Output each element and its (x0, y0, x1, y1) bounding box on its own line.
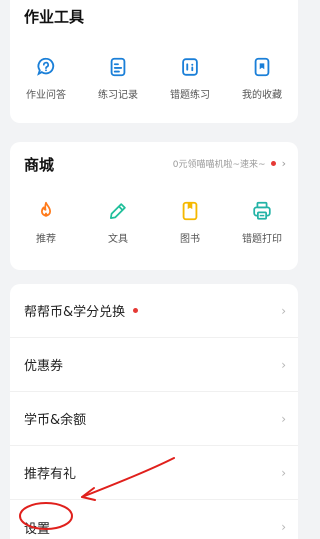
menu-item-settings[interactable]: 设置 › (10, 500, 298, 539)
shop-recommend[interactable]: 推荐 (10, 200, 82, 245)
flame-icon (41, 201, 51, 217)
menu-item-label: 学币&余额 (24, 413, 87, 428)
tool-my-favorites[interactable]: 我的收藏 (226, 56, 298, 101)
homework-tools-grid: 作业问答 练习记录 错题练习 我的收藏 (10, 56, 298, 101)
homework-tools-title: 作业工具 (24, 8, 85, 26)
menu-item-label: 优惠券 (24, 359, 64, 374)
menu-item-coupons[interactable]: 优惠券 › (10, 338, 298, 392)
pencil-icon (109, 203, 126, 220)
menu-item-label: 设置 (24, 521, 51, 537)
shop-title: 商城 (24, 156, 55, 174)
chevron-right-icon: › (281, 357, 286, 372)
shop-promo-text: 0元领喵喵机啦~速来~ (172, 160, 266, 170)
tool-practice-record[interactable]: 练习记录 (82, 56, 154, 101)
chevron-right-icon: › (281, 520, 286, 534)
tool-wrong-question-label: 错题练习 (170, 90, 210, 101)
shop-wrong-question-print[interactable]: 错题打印 (226, 200, 298, 245)
shop-wrong-question-print-label: 错题打印 (242, 234, 282, 245)
chevron-right-icon: › (281, 157, 286, 170)
chevron-right-icon: › (281, 465, 286, 480)
shop-card: 商城 0元领喵喵机啦~速来~ › 推荐 文具 图书 错题打印 (10, 142, 298, 270)
menu-item-points-exchange[interactable]: 帮帮币&学分兑换 › (10, 284, 298, 338)
menu-item-label: 帮帮币&学分兑换 (24, 305, 126, 320)
tool-practice-record-label: 练习记录 (98, 90, 138, 101)
chevron-right-icon: › (281, 411, 286, 426)
printer-icon (253, 201, 271, 220)
new-badge-dot (133, 308, 139, 313)
homework-tools-card: 作业工具 作业问答 练习记录 错题练习 我的收藏 (10, 0, 298, 123)
wrong-question-icon (182, 58, 198, 76)
shop-books-label: 图书 (180, 234, 200, 245)
shop-recommend-label: 推荐 (36, 234, 56, 245)
shop-grid: 推荐 文具 图书 错题打印 (10, 200, 298, 245)
chevron-right-icon: › (281, 303, 286, 318)
shop-stationery-label: 文具 (108, 234, 128, 245)
tool-homework-qa[interactable]: 作业问答 (10, 56, 82, 101)
practice-record-icon (110, 57, 126, 77)
question-bubble-icon (37, 57, 55, 76)
promo-badge-dot (270, 161, 276, 166)
tool-my-favorites-label: 我的收藏 (242, 90, 282, 101)
tool-wrong-question[interactable]: 错题练习 (154, 56, 226, 101)
book-icon (182, 201, 198, 221)
shop-books[interactable]: 图书 (154, 200, 226, 245)
menu-item-label: 推荐有礼 (24, 467, 77, 482)
shop-stationery[interactable]: 文具 (82, 200, 154, 245)
menu-item-balance[interactable]: 学币&余额 › (10, 392, 298, 446)
menu-item-referral[interactable]: 推荐有礼 › (10, 446, 298, 500)
shop-promo-link[interactable]: 0元领喵喵机啦~速来~ › (173, 157, 286, 170)
menu-list-card: 帮帮币&学分兑换 › 优惠券 › 学币&余额 › 推荐有礼 › 设置 › (10, 284, 298, 539)
tool-homework-qa-label: 作业问答 (26, 90, 66, 101)
bookmark-icon (254, 57, 270, 77)
